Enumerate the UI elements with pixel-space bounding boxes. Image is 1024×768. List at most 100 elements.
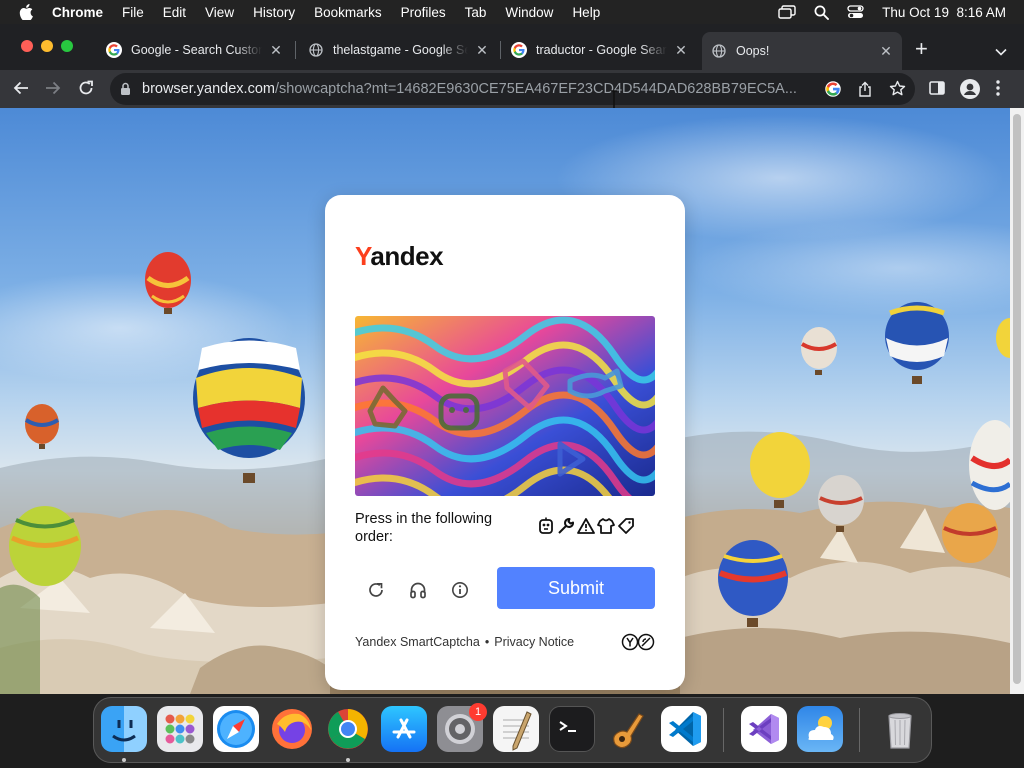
tab-title: Google - Search Custom: [131, 43, 262, 57]
forward-button[interactable]: [44, 79, 62, 102]
app-store-icon[interactable]: [381, 706, 427, 752]
captcha-card: Yandex Press in the following order: Sub…: [325, 195, 685, 690]
balloon-icon: [193, 338, 305, 483]
captcha-challenge-picture[interactable]: [355, 316, 655, 496]
spotlight-search-icon[interactable]: [814, 5, 830, 20]
window-close-button[interactable]: [21, 40, 33, 52]
captcha-image[interactable]: [355, 316, 655, 496]
tab-traductor[interactable]: traductor - Google Search ✕: [503, 34, 697, 66]
tab-close-icon[interactable]: ✕: [878, 43, 894, 60]
finder-icon[interactable]: [101, 706, 147, 752]
garageband-icon[interactable]: [605, 706, 651, 752]
reload-button[interactable]: [77, 79, 95, 102]
google-lens-icon[interactable]: [825, 81, 841, 102]
launchpad-icon[interactable]: [157, 706, 203, 752]
trash-icon[interactable]: [877, 706, 923, 752]
scrollbar-thumb[interactable]: [1013, 114, 1021, 684]
firefox-icon[interactable]: [269, 706, 315, 752]
tab-separator: [295, 41, 296, 59]
submit-button[interactable]: Submit: [497, 567, 655, 609]
tab-close-icon[interactable]: ✕: [474, 42, 490, 59]
balloon-icon: [942, 503, 998, 563]
tab-title: Oops!: [736, 44, 770, 58]
logo-letter-y: Y: [355, 241, 371, 271]
profile-avatar-icon[interactable]: [960, 79, 980, 104]
menu-bookmarks[interactable]: Bookmarks: [314, 5, 382, 20]
bookmark-star-icon[interactable]: [889, 80, 906, 102]
tab-close-icon[interactable]: ✕: [268, 42, 284, 59]
balloon-icon: [24, 404, 60, 449]
menu-window[interactable]: Window: [505, 5, 553, 20]
macos-menu-bar: Chrome File Edit View History Bookmarks …: [0, 0, 1024, 24]
warning-icon: [577, 517, 595, 540]
info-captcha-button[interactable]: [449, 579, 471, 601]
url-path: /showcaptcha?mt=14682E9630CE75EA467EF23C…: [274, 81, 797, 97]
share-icon[interactable]: [858, 81, 872, 102]
window-minimize-button[interactable]: [41, 40, 53, 52]
side-panel-icon[interactable]: [929, 81, 945, 100]
weather-icon[interactable]: [797, 706, 843, 752]
tab-oops-active[interactable]: Oops! ✕: [702, 32, 902, 70]
balloon-icon: [885, 302, 949, 384]
menu-file[interactable]: File: [122, 5, 144, 20]
menu-history[interactable]: History: [253, 5, 295, 20]
menu-view[interactable]: View: [205, 5, 234, 20]
tab-search-chevron-icon[interactable]: [995, 43, 1007, 61]
captcha-footer: Yandex SmartCaptcha • Privacy Notice: [355, 635, 574, 649]
info-icon: [452, 582, 468, 598]
url-text[interactable]: browser.yandex.com/showcaptcha?mt=14682E…: [142, 81, 810, 97]
google-icon: [106, 42, 122, 58]
menubar-clock[interactable]: Thu Oct 19 8:16 AM: [882, 5, 1006, 20]
textedit-icon[interactable]: [493, 706, 539, 752]
apple-menu-icon[interactable]: [19, 4, 35, 20]
visual-studio-icon[interactable]: [741, 706, 787, 752]
yandex-logo: Yandex: [355, 241, 444, 272]
tab-separator: [500, 41, 501, 59]
chrome-menu-icon[interactable]: [996, 80, 1000, 101]
refresh-icon: [369, 582, 383, 597]
tab-close-icon[interactable]: ✕: [673, 42, 689, 59]
shirt-icon: [597, 517, 615, 540]
tab-thelastgame[interactable]: thelastgame - Google Search ✕: [298, 34, 498, 66]
logo-letters: andex: [370, 241, 444, 271]
url-host: browser.yandex.com: [142, 81, 275, 97]
running-indicator: [122, 758, 126, 762]
menu-help[interactable]: Help: [572, 5, 600, 20]
terminal-icon[interactable]: [549, 706, 595, 752]
captcha-instruction: Press in the following order:: [355, 511, 493, 545]
tag-icon: [617, 517, 635, 540]
audio-captcha-button[interactable]: [407, 579, 429, 601]
new-tab-button[interactable]: +: [915, 38, 928, 60]
captcha-order-sequence: [537, 517, 635, 540]
menu-app-name[interactable]: Chrome: [52, 5, 103, 20]
footer-separator: •: [484, 635, 490, 649]
address-bar[interactable]: browser.yandex.com/showcaptcha?mt=14682E…: [110, 73, 915, 105]
robot-icon: [537, 517, 555, 540]
vscode-icon[interactable]: [661, 706, 707, 752]
smartcaptcha-link[interactable]: Yandex SmartCaptcha: [355, 635, 480, 649]
privacy-notice-link[interactable]: Privacy Notice: [494, 635, 574, 649]
headphones-icon: [410, 582, 426, 599]
balloon-icon: [9, 506, 81, 586]
refresh-captcha-button[interactable]: [365, 579, 387, 601]
menu-edit[interactable]: Edit: [163, 5, 186, 20]
screen-mirroring-icon[interactable]: [778, 5, 796, 19]
control-center-icon[interactable]: [847, 5, 864, 19]
macos-dock: 1: [93, 697, 932, 763]
page-scrollbar[interactable]: [1010, 108, 1024, 694]
page-viewport: Yandex Press in the following order: Sub…: [0, 108, 1010, 694]
menu-tab[interactable]: Tab: [465, 5, 487, 20]
running-indicator: [346, 758, 350, 762]
tab-title: traductor - Google Search: [536, 43, 667, 57]
chrome-icon[interactable]: [325, 706, 371, 752]
tab-google-search-custom[interactable]: Google - Search Custom ✕: [96, 34, 292, 66]
globe-icon: [711, 43, 727, 59]
balloon-icon: [145, 252, 191, 314]
tab-title: thelastgame - Google Search: [333, 43, 468, 57]
window-zoom-button[interactable]: [61, 40, 73, 52]
safari-icon[interactable]: [213, 706, 259, 752]
back-button[interactable]: [12, 79, 30, 102]
lock-icon[interactable]: [120, 82, 131, 101]
browser-toolbar: browser.yandex.com/showcaptcha?mt=14682E…: [0, 70, 1024, 108]
menu-profiles[interactable]: Profiles: [401, 5, 446, 20]
